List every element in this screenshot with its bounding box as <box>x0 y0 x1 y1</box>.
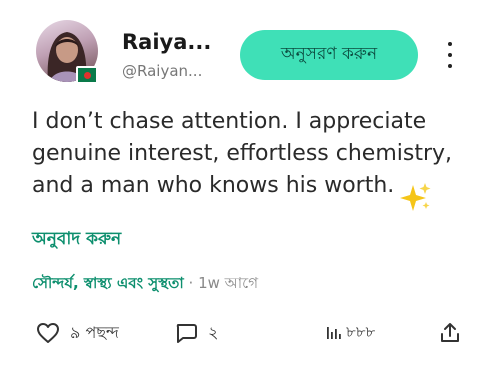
views-count: ৮৮৮ <box>346 322 376 341</box>
follow-button[interactable]: অনুসরণ করুন <box>240 30 418 80</box>
heart-icon <box>37 323 59 343</box>
views-button[interactable]: ৮৮৮ <box>326 318 375 348</box>
bangladesh-flag-icon <box>76 66 98 84</box>
author-handle[interactable]: @Raiyan... <box>122 62 202 80</box>
category-link[interactable]: সৌন্দর্য, স্বাস্থ্য এবং সুস্থতা <box>32 274 184 292</box>
like-button[interactable]: ৯ পছন্দ <box>36 318 119 348</box>
views-chart-icon <box>327 327 341 339</box>
comment-icon <box>176 324 197 343</box>
like-count: ৯ পছন্দ <box>70 322 119 342</box>
author-name[interactable]: Raiya... <box>122 30 211 54</box>
share-icon <box>441 323 459 342</box>
translate-link[interactable]: অনুবাদ করুন <box>32 226 121 254</box>
comment-count: ২ <box>208 322 219 342</box>
post-meta: সৌন্দর্য, স্বাস্থ্য এবং সুস্থতা · 1w আগে <box>32 272 258 297</box>
post-time: 1w আগে <box>198 274 259 292</box>
meta-separator: · <box>188 274 194 292</box>
sparkle-emoji <box>400 183 431 211</box>
comment-button[interactable]: ২ <box>174 318 218 348</box>
share-button[interactable] <box>438 318 462 348</box>
more-vertical-icon[interactable] <box>438 40 462 70</box>
